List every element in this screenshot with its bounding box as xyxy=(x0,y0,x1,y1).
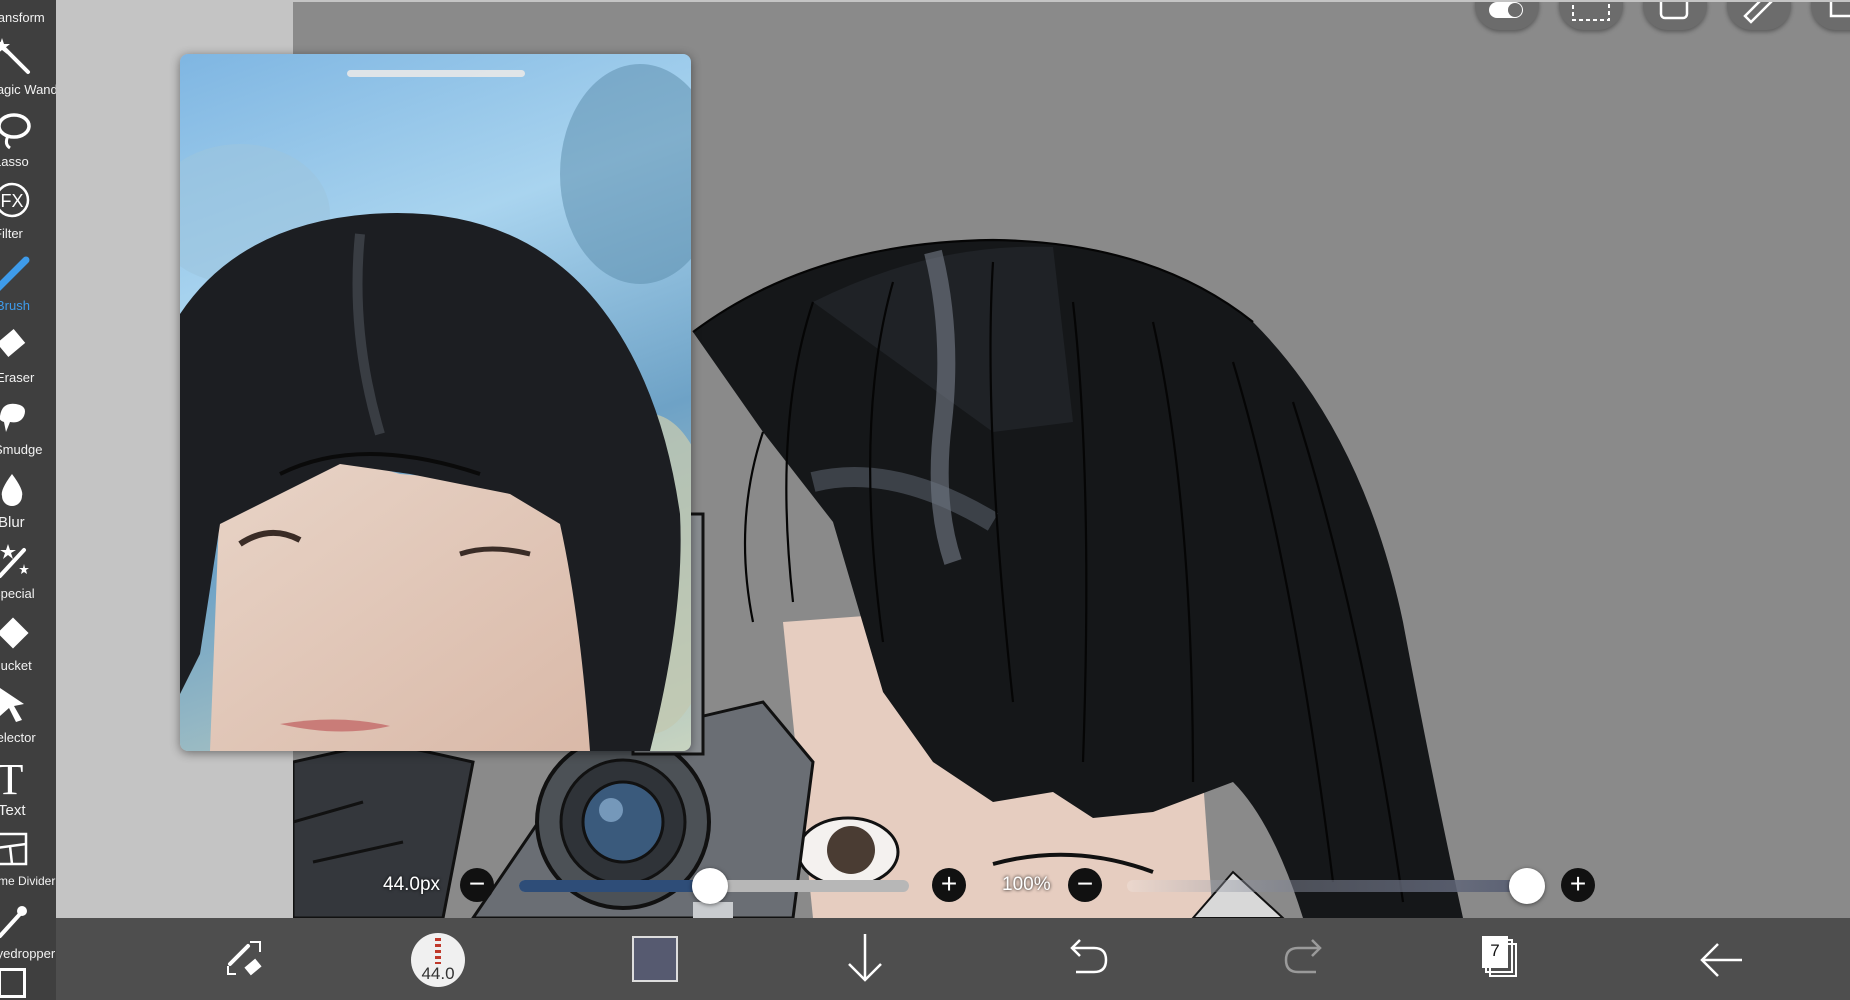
tool-brush[interactable]: Brush xyxy=(0,250,56,322)
tool-lasso[interactable]: Lasso xyxy=(0,106,56,178)
menu-icon xyxy=(1829,2,1850,18)
selection-icon xyxy=(1572,2,1610,21)
filter-fx-icon: FX xyxy=(0,182,30,218)
tool-text-label: Text xyxy=(0,802,26,819)
color-swatch-icon xyxy=(632,936,678,982)
back-arrow-icon xyxy=(1700,943,1742,977)
bottom-toolbar: 44.0 7 xyxy=(56,918,1850,1000)
smudge-icon xyxy=(0,403,25,432)
square-button[interactable] xyxy=(1643,2,1707,30)
tool-sidebar: Transform Magic Wand Lasso FX Filter Bru… xyxy=(0,0,56,1000)
opacity-slider-knob[interactable] xyxy=(1509,868,1545,904)
bucket-icon xyxy=(0,617,29,649)
tool-magic-wand[interactable]: Magic Wand xyxy=(0,34,56,106)
tool-special[interactable]: Special xyxy=(0,538,56,610)
svg-text:T: T xyxy=(0,758,24,798)
tool-filter-label: Filter xyxy=(0,226,23,241)
opacity-value: 100% xyxy=(1002,874,1051,895)
download-button[interactable] xyxy=(841,918,921,1000)
tool-filter[interactable]: FX Filter xyxy=(0,178,56,250)
tool-smudge[interactable]: Smudge xyxy=(0,394,56,466)
brush-icon xyxy=(0,256,30,291)
menu-button[interactable] xyxy=(1811,2,1850,30)
tool-bucket[interactable]: Bucket xyxy=(0,610,56,682)
opacity-decrease-button[interactable]: − xyxy=(1068,868,1102,902)
reference-photo xyxy=(180,64,691,751)
tool-frame-divider-label: Frame Divider xyxy=(0,874,56,888)
tool-eyedropper-label: Eyedropper xyxy=(0,946,56,961)
tool-eraser[interactable]: Eraser xyxy=(0,322,56,394)
tool-transform-label: Transform xyxy=(0,10,45,25)
tool-brush-label: Brush xyxy=(0,298,30,313)
tool-transform[interactable]: Transform xyxy=(0,0,56,34)
magic-wand-icon xyxy=(0,38,30,74)
download-icon xyxy=(848,934,882,982)
color-swatch-button[interactable] xyxy=(626,918,706,1000)
undo-icon xyxy=(1070,939,1108,974)
layers-count: 7 xyxy=(1490,941,1500,960)
tool-special-label: Special xyxy=(0,586,35,601)
brush-preview-button[interactable]: 44.0 xyxy=(406,918,486,1000)
brush-size-value: 44.0px xyxy=(383,874,441,895)
tool-bucket-label: Bucket xyxy=(0,658,32,673)
tool-lasso-label: Lasso xyxy=(0,154,29,169)
tool-eraser-label: Eraser xyxy=(0,370,35,385)
tool-selector-label: Selector xyxy=(0,730,36,745)
tool-selector[interactable]: Selector xyxy=(0,682,56,754)
brush-preview-size: 44.0 xyxy=(421,964,455,983)
brush-size-slider-knob[interactable] xyxy=(692,868,729,904)
swap-tools-button[interactable] xyxy=(206,918,286,1000)
undo-button[interactable] xyxy=(1056,918,1136,1000)
ruler-button[interactable] xyxy=(1727,2,1791,30)
toggle-button[interactable] xyxy=(1475,2,1539,30)
layers-button[interactable]: 7 xyxy=(1476,918,1556,1000)
swap-tools-icon xyxy=(227,941,262,976)
svg-text:FX: FX xyxy=(0,191,23,211)
redo-button[interactable] xyxy=(1266,918,1346,1000)
tool-text[interactable]: T Text xyxy=(0,754,56,826)
square-icon xyxy=(1659,2,1689,20)
opacity-increase-button[interactable]: + xyxy=(1561,868,1595,902)
selector-arrow-icon xyxy=(0,688,24,722)
reference-photo-window[interactable] xyxy=(180,54,691,751)
back-button[interactable] xyxy=(1686,918,1766,1000)
blur-drop-icon xyxy=(1,474,23,506)
text-t-icon: T xyxy=(0,758,24,798)
tool-eyedropper[interactable]: Eyedropper xyxy=(0,898,56,970)
toggle-icon xyxy=(1489,2,1523,18)
reference-window-drag-handle[interactable] xyxy=(347,70,525,77)
brush-size-fill xyxy=(519,880,711,892)
frame-divider-icon xyxy=(0,832,28,866)
brush-size-increase-button[interactable]: + xyxy=(932,868,966,902)
redo-icon xyxy=(1284,939,1322,974)
ruler-icon xyxy=(1743,2,1773,24)
tool-magic-wand-label: Magic Wand xyxy=(0,82,56,97)
opacity-track[interactable] xyxy=(1127,880,1527,892)
selection-button[interactable] xyxy=(1559,2,1623,30)
tool-smudge-label: Smudge xyxy=(0,442,43,457)
tool-blur-label: Blur xyxy=(0,514,25,531)
brush-preview-icon xyxy=(411,933,465,987)
lasso-icon xyxy=(0,113,31,150)
tool-more-icon[interactable] xyxy=(0,968,26,998)
brush-size-decrease-button[interactable]: − xyxy=(460,868,494,902)
eraser-icon xyxy=(0,329,26,357)
tool-blur[interactable]: Blur xyxy=(0,466,56,538)
special-sparkle-icon xyxy=(0,544,29,578)
eyedropper-icon xyxy=(0,906,27,938)
tool-frame-divider[interactable]: Frame Divider xyxy=(0,826,56,898)
